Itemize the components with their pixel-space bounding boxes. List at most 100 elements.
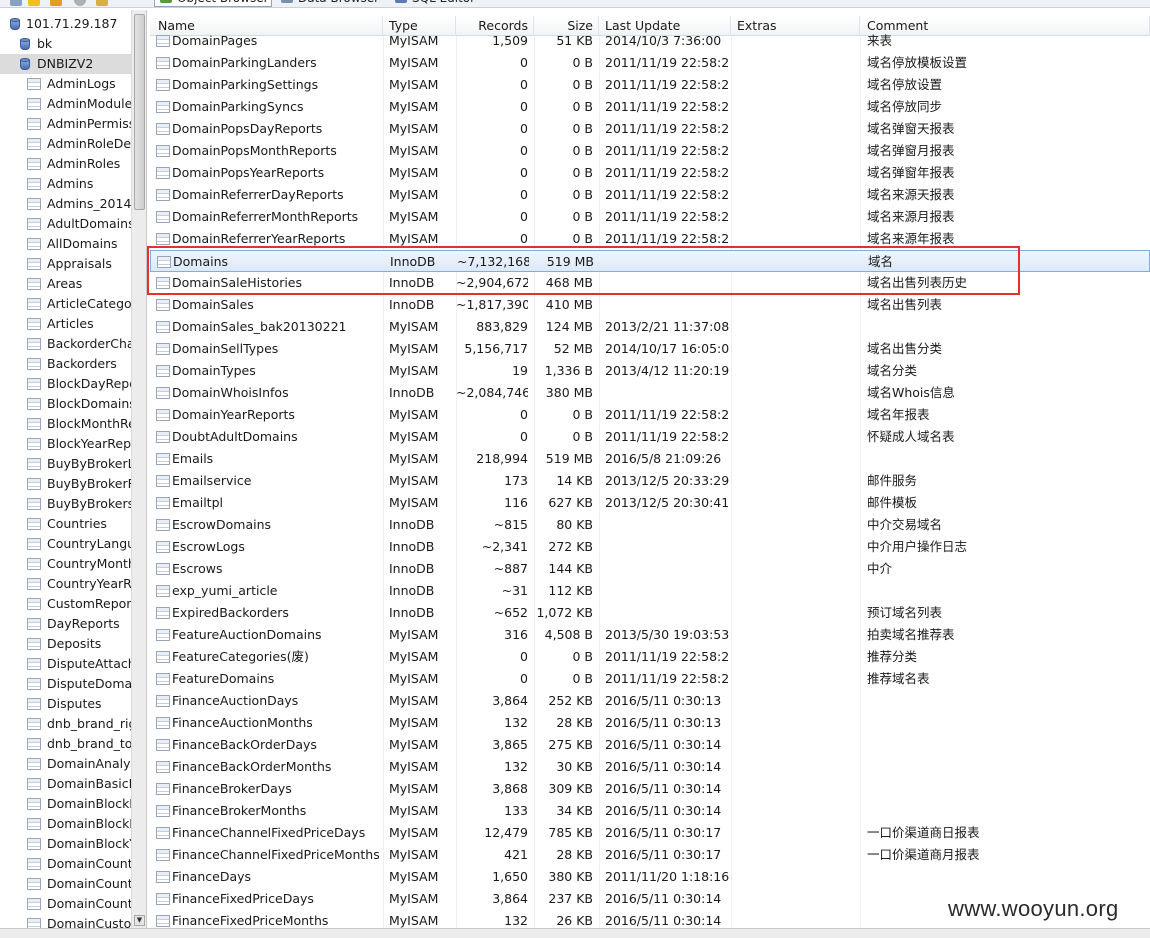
tree-table-item[interactable]: BlockDomains	[0, 394, 131, 414]
table-row[interactable]: DomainParkingSettings MyISAM 0 0 B 2011/11/1…	[150, 74, 1150, 96]
tree-server[interactable]: 101.71.29.187	[0, 14, 131, 34]
table-row[interactable]: DoubtAdultDomains MyISAM 0 0 B 2011/11/19 22…	[150, 426, 1150, 448]
tree-table-item[interactable]: CountryLangua	[0, 534, 131, 554]
refresh-icon[interactable]	[50, 0, 62, 6]
tab-data-browser[interactable]: Data Browser	[276, 0, 382, 7]
table-icon	[156, 871, 170, 883]
table-row[interactable]: FinanceBrokerMonths MyISAM 133 34 KB 2016/5/…	[150, 800, 1150, 822]
edit-icon[interactable]	[10, 0, 22, 6]
tree-table-item[interactable]: BlockMonthRe	[0, 414, 131, 434]
table-row[interactable]: Emails MyISAM 218,994 519 MB 2016/5/8 21:09:…	[150, 448, 1150, 470]
table-row[interactable]: DomainSales InnoDB ~1,817,390 410 MB 域名出售列表	[150, 294, 1150, 316]
table-row[interactable]: DomainParkingLanders MyISAM 0 0 B 2011/11/19…	[150, 52, 1150, 74]
tree-table-item[interactable]: DomainBlockN	[0, 814, 131, 834]
tree-table-item[interactable]: DomainBasicIr	[0, 774, 131, 794]
table-row[interactable]: FinanceAuctionDays MyISAM 3,864 252 KB 2016/…	[150, 690, 1150, 712]
table-row[interactable]: FinanceChannelFixedPriceDays MyISAM 12,479…	[150, 822, 1150, 844]
key-icon[interactable]	[96, 0, 108, 6]
tree-table-item[interactable]: DomainCountr	[0, 894, 131, 914]
table-row[interactable]: DomainPopsDayReports MyISAM 0 0 B 2011/11/19…	[150, 118, 1150, 140]
tree-table-item[interactable]: Areas	[0, 274, 131, 294]
tree-table-item[interactable]: CountryMonth	[0, 554, 131, 574]
table-row[interactable]: Emailservice MyISAM 173 14 KB 2013/12/5 20:3…	[150, 470, 1150, 492]
tree-database-dnbizv2[interactable]: DNBIZV2	[0, 54, 131, 74]
table-row[interactable]: FeatureDomains MyISAM 0 0 B 2011/11/19 22:58…	[150, 668, 1150, 690]
table-row[interactable]: DomainPopsYearReports MyISAM 0 0 B 2011/11/1…	[150, 162, 1150, 184]
tree-table-item[interactable]: BlockYearRepo	[0, 434, 131, 454]
tree-scrollbar[interactable]: ▼	[131, 10, 146, 928]
table-row[interactable]: DomainSaleHistories InnoDB ~2,904,672 468 M…	[150, 272, 1150, 294]
table-row[interactable]: FinanceBackOrderDays MyISAM 3,865 275 KB 201…	[150, 734, 1150, 756]
table-row[interactable]: DomainReferrerYearReports MyISAM 0 0 B 2011/…	[150, 228, 1150, 250]
table-row[interactable]: FinanceBackOrderMonths MyISAM 132 30 KB 2016…	[150, 756, 1150, 778]
table-row[interactable]: EscrowDomains InnoDB ~815 80 KB 中介交易域名	[150, 514, 1150, 536]
tree-table-item[interactable]: AdminRoles	[0, 154, 131, 174]
tree-table-item[interactable]: dnb_brand_rig	[0, 714, 131, 734]
tree-table-item[interactable]: AdminLogs	[0, 74, 131, 94]
table-row[interactable]: DomainWhoisInfos InnoDB ~2,084,746 380 MB 域名…	[150, 382, 1150, 404]
table-row[interactable]: DomainTypes MyISAM 19 1,336 B 2013/4/12 11:2…	[150, 360, 1150, 382]
table-row[interactable]: ExpiredBackorders InnoDB ~652 1,072 KB 预订域名列…	[150, 602, 1150, 624]
table-row[interactable]: DomainParkingSyncs MyISAM 0 0 B 2011/11/19 2…	[150, 96, 1150, 118]
tree-table-item[interactable]: DomainCountr	[0, 854, 131, 874]
tree-table-item[interactable]: BuyByBrokerR	[0, 474, 131, 494]
table-row[interactable]: FeatureAuctionDomains MyISAM 316 4,508 B 201…	[150, 624, 1150, 646]
table-row[interactable]: FinanceAuctionMonths MyISAM 132 28 KB 2016/5…	[150, 712, 1150, 734]
tree-table-item[interactable]: AdminRoleDet	[0, 134, 131, 154]
table-row[interactable]: DomainReferrerMonthReports MyISAM 0 0 B 2011…	[150, 206, 1150, 228]
tree-table-item[interactable]: BuyByBrokerLo	[0, 454, 131, 474]
table-row[interactable]: DomainPages MyISAM 1,509 51 KB 2014/10/3 7:3…	[150, 30, 1150, 52]
table-row[interactable]: DomainPopsMonthReports MyISAM 0 0 B 2011/11/…	[150, 140, 1150, 162]
tree-table-item[interactable]: DisputeAttachr	[0, 654, 131, 674]
tree-database-bk[interactable]: bk	[0, 34, 131, 54]
table-row[interactable]: DomainReferrerDayReports MyISAM 0 0 B 2011/1…	[150, 184, 1150, 206]
tree-table-item[interactable]: DomainCountr	[0, 874, 131, 894]
table-row[interactable]: exp_yumi_article InnoDB ~31 112 KB	[150, 580, 1150, 602]
tree-table-item[interactable]: DisputeDomai	[0, 674, 131, 694]
tree-table-item[interactable]: CustomReport	[0, 594, 131, 614]
table-row[interactable]: DomainSellTypes MyISAM 5,156,717 52 MB 2014/…	[150, 338, 1150, 360]
tree-table-item[interactable]: AdultDomains	[0, 214, 131, 234]
tree-table-item[interactable]: Disputes	[0, 694, 131, 714]
tab-sql-editor[interactable]: SQL Editor	[390, 0, 480, 7]
tree-table-item[interactable]: Admins	[0, 174, 131, 194]
tree-table-item[interactable]: Appraisals	[0, 254, 131, 274]
tree-table-item[interactable]: DomainCustor	[0, 914, 131, 928]
tab-object-browser[interactable]: Object Browser	[154, 0, 272, 7]
tree-table-item[interactable]: CountryYearRe	[0, 574, 131, 594]
tree-scrollbar-thumb[interactable]	[134, 14, 145, 210]
tree-table-item[interactable]: DomainBlockD	[0, 794, 131, 814]
table-row[interactable]: FeatureCategories(废) MyISAM 0 0 B 2011/11/19…	[150, 646, 1150, 668]
tree-table-item[interactable]: BuyByBrokers	[0, 494, 131, 514]
tree-table-item[interactable]: Deposits	[0, 634, 131, 654]
table-row[interactable]: FinanceChannelFixedPriceMonths MyISAM 421 2…	[150, 844, 1150, 866]
tree-table-item[interactable]: DomainAnalys	[0, 754, 131, 774]
tree-table-item[interactable]: BackorderCha	[0, 334, 131, 354]
tree-table-item[interactable]: DomainBlockY	[0, 834, 131, 854]
cell-records: 0	[520, 99, 528, 114]
tree-table-item[interactable]: Backorders	[0, 354, 131, 374]
star-icon[interactable]	[28, 0, 40, 6]
tree-table-item[interactable]: DayReports	[0, 614, 131, 634]
table-row[interactable]: FinanceBrokerDays MyISAM 3,868 309 KB 2016/5…	[150, 778, 1150, 800]
table-row[interactable]: FinanceDays MyISAM 1,650 380 KB 2011/11/20 1…	[150, 866, 1150, 888]
table-row[interactable]: DomainSales_bak20130221 MyISAM 883,829 124 …	[150, 316, 1150, 338]
scroll-down-arrow-icon[interactable]: ▼	[134, 915, 145, 926]
table-row[interactable]: Emailtpl MyISAM 116 627 KB 2013/12/5 20:30:4…	[150, 492, 1150, 514]
stop-icon[interactable]	[74, 0, 86, 6]
tree-table-item[interactable]: ArticleCategor	[0, 294, 131, 314]
tree-table-item[interactable]: AdminModule	[0, 94, 131, 114]
tree-table-item[interactable]: BlockDayRepo	[0, 374, 131, 394]
table-row[interactable]: DomainYearReports MyISAM 0 0 B 2011/11/19 22…	[150, 404, 1150, 426]
cell-name: DomainPopsMonthReports	[172, 143, 337, 158]
tree-table-item[interactable]: AdminPermiss	[0, 114, 131, 134]
cell-updated	[605, 294, 729, 316]
table-row[interactable]: EscrowLogs InnoDB ~2,341 272 KB 中介用户操作日志	[150, 536, 1150, 558]
tree-table-item[interactable]: Articles	[0, 314, 131, 334]
tree-table-item[interactable]: dnb_brand_tor	[0, 734, 131, 754]
tree-table-item[interactable]: AllDomains	[0, 234, 131, 254]
tree-table-item[interactable]: Countries	[0, 514, 131, 534]
tree-table-item[interactable]: Admins_20140	[0, 194, 131, 214]
table-row[interactable]: Escrows InnoDB ~887 144 KB 中介	[150, 558, 1150, 580]
table-row[interactable]: Domains InnoDB ~7,132,168 519 MB 域名	[150, 250, 1150, 272]
